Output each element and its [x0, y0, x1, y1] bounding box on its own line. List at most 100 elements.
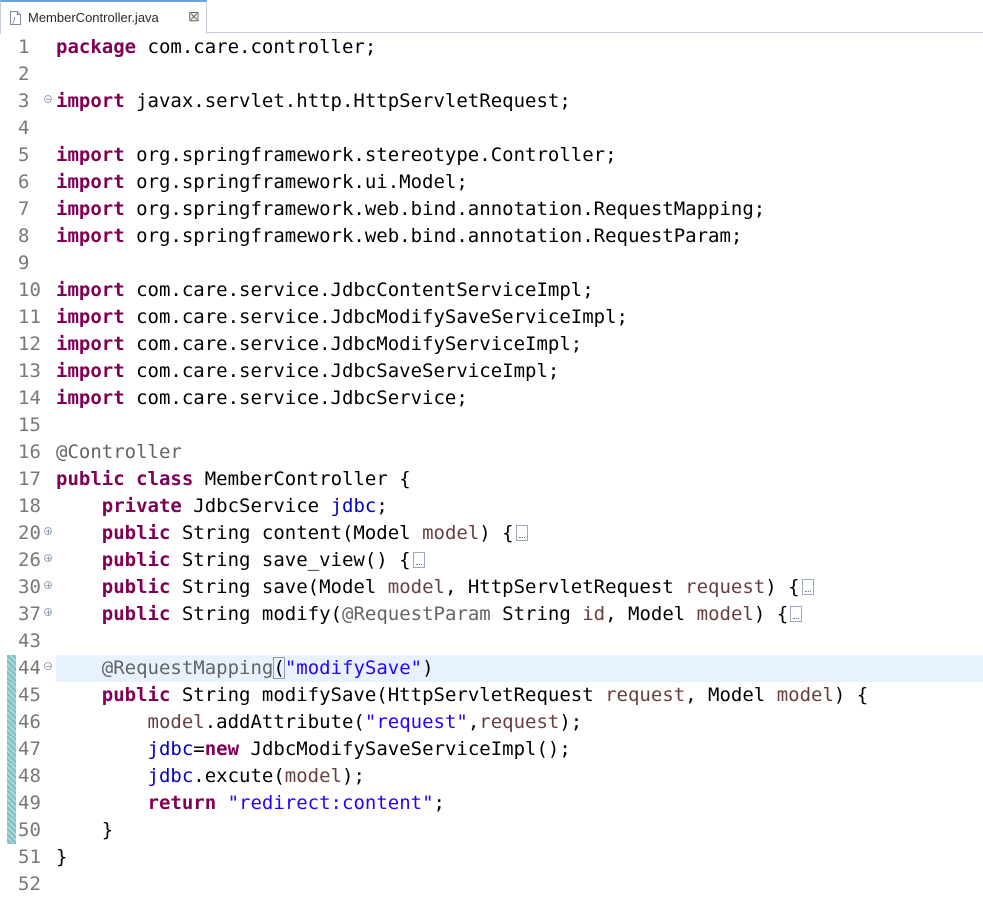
collapsed-block-icon[interactable]	[412, 552, 425, 568]
line-gutter: 52	[0, 871, 56, 898]
line-gutter: 4	[0, 115, 56, 142]
code-line: 6 import org.springframework.ui.Model;	[0, 169, 983, 196]
code-line: 13 import com.care.service.JdbcSaveServi…	[0, 358, 983, 385]
close-tab-icon[interactable]: ⊠	[188, 8, 200, 25]
code-line: 12 import com.care.service.JdbcModifySer…	[0, 331, 983, 358]
editor-tab-bar: J MemberController.java ⊠	[0, 0, 983, 34]
code-line: 30 + public String save(Model model, Http…	[0, 574, 983, 601]
line-number: 52	[18, 873, 41, 895]
line-gutter: 9	[0, 250, 56, 277]
code-text[interactable]: }	[56, 820, 113, 841]
line-number: 20	[18, 522, 41, 544]
line-gutter: 47	[0, 736, 56, 763]
code-text[interactable]: public class MemberController {	[56, 469, 411, 490]
code-line: 5 import org.springframework.stereotype.…	[0, 142, 983, 169]
line-gutter: 44−	[0, 655, 56, 682]
code-text[interactable]: public String modifySave(HttpServletRequ…	[56, 685, 868, 706]
fold-expand-icon[interactable]: +	[44, 554, 52, 563]
code-line: 43	[0, 628, 983, 655]
line-gutter: 6	[0, 169, 56, 196]
line-gutter: 26 +	[0, 547, 56, 574]
line-gutter: 5	[0, 142, 56, 169]
code-text[interactable]: public String save_view() {	[56, 550, 425, 571]
code-line: 18 private JdbcService jdbc;	[0, 493, 983, 520]
code-line: 17 public class MemberController {	[0, 466, 983, 493]
line-gutter: 18	[0, 493, 56, 520]
fold-collapse-icon[interactable]: −	[44, 662, 52, 671]
code-text[interactable]: model.addAttribute("request",request);	[56, 712, 583, 733]
code-text[interactable]: public String modify(@RequestParam Strin…	[56, 604, 803, 625]
code-text[interactable]: @Controller	[56, 442, 182, 463]
change-marker	[7, 682, 16, 709]
code-line: 46 model.addAttribute("request",request)…	[0, 709, 983, 736]
line-gutter: 14	[0, 385, 56, 412]
code-line: 48 jdbc.excute(model);	[0, 763, 983, 790]
line-gutter: 2	[0, 61, 56, 88]
tab-membercontroller-java[interactable]: J MemberController.java ⊠	[0, 0, 207, 34]
line-gutter: 17	[0, 466, 56, 493]
line-gutter: 49	[0, 790, 56, 817]
code-text[interactable]: import com.care.service.JdbcContentServi…	[56, 280, 594, 301]
code-line: 26 + public String save_view() {	[0, 547, 983, 574]
line-number: 30	[18, 576, 41, 598]
line-number: 6	[18, 171, 30, 193]
code-text[interactable]: import com.care.service.JdbcSaveServiceI…	[56, 361, 559, 382]
code-line: 47 jdbc=new JdbcModifySaveServiceImpl();	[0, 736, 983, 763]
code-line: 8 import org.springframework.web.bind.an…	[0, 223, 983, 250]
fold-expand-icon[interactable]: +	[44, 527, 52, 536]
line-gutter: 30 +	[0, 574, 56, 601]
code-text[interactable]: import com.care.service.JdbcService;	[56, 388, 468, 409]
code-text[interactable]: import org.springframework.web.bind.anno…	[56, 199, 765, 220]
code-text[interactable]: import com.care.service.JdbcModifySaveSe…	[56, 307, 628, 328]
line-number: 37	[18, 603, 41, 625]
line-number: 47	[18, 738, 41, 760]
code-text[interactable]: import org.springframework.ui.Model;	[56, 172, 468, 193]
code-line: 7 import org.springframework.web.bind.an…	[0, 196, 983, 223]
fold-expand-icon[interactable]: +	[44, 608, 52, 617]
code-line: 14 import com.care.service.JdbcService;	[0, 385, 983, 412]
collapsed-block-icon[interactable]	[801, 579, 814, 595]
line-number: 14	[18, 387, 41, 409]
code-text[interactable]: return "redirect:content";	[56, 793, 445, 814]
line-gutter: 48	[0, 763, 56, 790]
fold-expand-icon[interactable]: +	[44, 581, 52, 590]
code-line-current: 44− @RequestMapping("modifySave")	[0, 655, 983, 682]
line-gutter: 20 +	[0, 520, 56, 547]
line-number: 45	[18, 684, 41, 706]
line-gutter: 46	[0, 709, 56, 736]
code-text[interactable]: private JdbcService jdbc;	[56, 496, 388, 517]
line-number: 5	[18, 144, 30, 166]
line-number: 17	[18, 468, 41, 490]
code-text[interactable]: @RequestMapping("modifySave")	[56, 657, 434, 679]
line-number: 48	[18, 765, 41, 787]
code-line: 9	[0, 250, 983, 277]
code-editor[interactable]: 1 package com.care.controller; 2 3− impo…	[0, 34, 983, 899]
code-line: 45 public String modifySave(HttpServletR…	[0, 682, 983, 709]
line-gutter: 1	[0, 34, 56, 61]
line-number: 16	[18, 441, 41, 463]
line-gutter: 45	[0, 682, 56, 709]
code-line: 1 package com.care.controller;	[0, 34, 983, 61]
code-text[interactable]: package com.care.controller;	[56, 37, 376, 58]
tab-divider	[206, 32, 983, 33]
fold-collapse-icon[interactable]: −	[44, 95, 52, 104]
collapsed-block-icon[interactable]	[515, 525, 528, 541]
code-text[interactable]: import com.care.service.JdbcModifyServic…	[56, 334, 582, 355]
code-text[interactable]: public String save(Model model, HttpServ…	[56, 577, 814, 598]
code-text[interactable]: }	[56, 847, 67, 868]
code-text[interactable]: import org.springframework.web.bind.anno…	[56, 226, 742, 247]
tab-label: MemberController.java	[28, 10, 159, 25]
code-line: 11 import com.care.service.JdbcModifySav…	[0, 304, 983, 331]
line-gutter: 10	[0, 277, 56, 304]
code-text[interactable]: jdbc.excute(model);	[56, 766, 365, 787]
line-number: 18	[18, 495, 41, 517]
code-text[interactable]: import org.springframework.stereotype.Co…	[56, 145, 617, 166]
code-text[interactable]: import javax.servlet.http.HttpServletReq…	[56, 91, 571, 112]
code-text[interactable]: jdbc=new JdbcModifySaveServiceImpl();	[56, 739, 571, 760]
code-line: 15	[0, 412, 983, 439]
line-number: 50	[18, 819, 41, 841]
collapsed-block-icon[interactable]	[790, 606, 803, 622]
line-number: 13	[18, 360, 41, 382]
line-gutter: 16	[0, 439, 56, 466]
code-text[interactable]: public String content(Model model) {	[56, 523, 528, 544]
